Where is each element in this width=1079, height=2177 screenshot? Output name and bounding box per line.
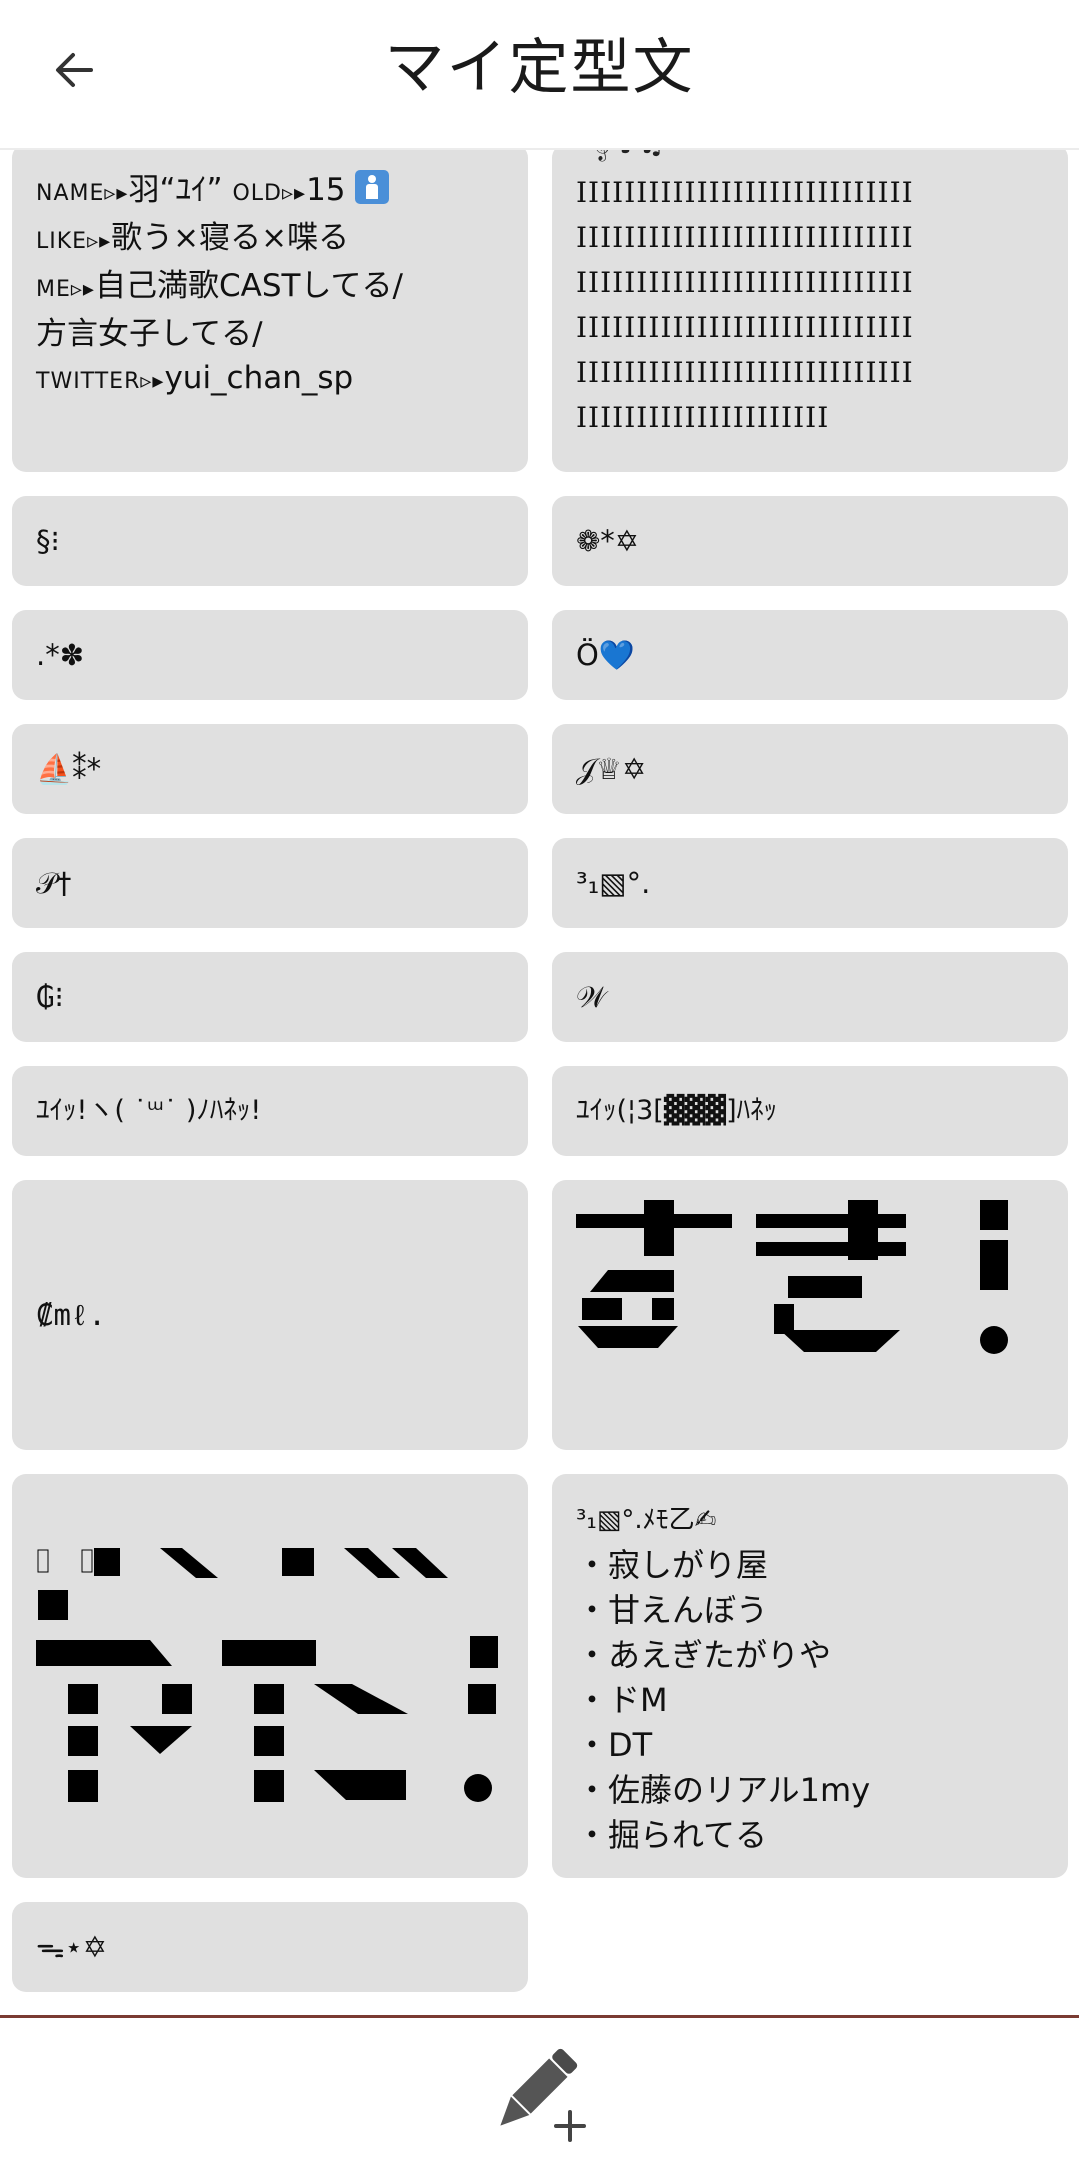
phrase-card-r3-right[interactable]: Ö💙 (552, 610, 1068, 700)
phrase-card-r7-right[interactable]: ﾕｲｯ(¦3[▓▓▓]ﾊﾈｯ (552, 1066, 1068, 1156)
page-title: マイ定型文 (384, 33, 695, 103)
phrase-text: §⁝ (36, 524, 60, 558)
phrase-card-pixel-art-suki[interactable] (552, 1180, 1068, 1450)
phrase-text: ³₁▧°. (576, 866, 651, 900)
memo-line: ・ドM (576, 1681, 668, 1719)
ibars-text: IIIIIIIIIIIIIIIIIIIIIIIIIIII IIIIIIIIIII… (576, 176, 914, 434)
pixel-art-exclaim-image (36, 1548, 498, 1802)
phrase-card-pixel-art-large[interactable] (12, 1474, 528, 1878)
pixel-art-suki-image (576, 1200, 1008, 1354)
phrase-card-r5-left[interactable]: 𝒫† (12, 838, 528, 928)
phrase-card-r10-left[interactable]: ᯓ⋆✡ (12, 1902, 528, 1992)
memo-line: ・あえぎたがりや (576, 1636, 832, 1674)
phrase-card-r3-left[interactable]: .*✽ (12, 610, 528, 700)
bottom-bar (0, 2015, 1079, 2177)
phrase-text: ﾕｲｯ!ヽ( ˙ᵚ˙ )ﾉﾊﾈｯ! (36, 1095, 262, 1126)
phrase-card-r7-left[interactable]: ﾕｲｯ!ヽ( ˙ᵚ˙ )ﾉﾊﾈｯ! (12, 1066, 528, 1156)
music-notes-icon: 𝄞 ♪♫ (592, 150, 665, 161)
memo-text: ³₁▧°.ﾒﾓ乙✍ ・寂しがり屋 ・甘えんぼう ・あえぎたがりや ・ドM ・DT… (576, 1498, 1050, 1858)
app-header: マイ定型文 (0, 0, 1079, 150)
memo-line: ・掘られてる (576, 1816, 768, 1854)
phrase-text: ❁*✡ (576, 524, 640, 558)
phrase-text: 𝒥♕✡ (576, 752, 647, 786)
memo-header: ³₁▧°.ﾒﾓ乙✍ (576, 1505, 717, 1535)
phrase-text: Ö💙 (576, 638, 635, 672)
person-icon (355, 170, 390, 204)
phrase-grid: NAME▹▸羽“ﾕｲ” OLD▹▸15 LIKE▹▸歌う×寝る×喋る ME▹▸自… (0, 150, 1079, 2015)
phrase-card-r6-left[interactable]: ₲⁝ (12, 952, 528, 1042)
phrase-card-r5-right[interactable]: ³₁▧°. (552, 838, 1068, 928)
phrase-text: ₲⁝ (36, 980, 64, 1014)
phrase-card-r2-left[interactable]: §⁝ (12, 496, 528, 586)
memo-line: ・寂しがり屋 (576, 1546, 769, 1584)
phrase-text: ﾕｲｯ(¦3[▓▓▓]ﾊﾈｯ (576, 1095, 778, 1126)
phrase-card-r4-right[interactable]: 𝒥♕✡ (552, 724, 1068, 814)
phrase-text: .*✽ (36, 638, 85, 672)
phrase-text: ⛵⁑* (36, 752, 102, 786)
phrase-text: ᯓ⋆✡ (36, 1930, 108, 1964)
phrase-card-r8-left[interactable]: ₡mℓ. (12, 1180, 528, 1450)
phrase-card-r4-left[interactable]: ⛵⁑* (12, 724, 528, 814)
phrase-card-r2-right[interactable]: ❁*✡ (552, 496, 1068, 586)
pencil-add-icon (500, 2048, 586, 2142)
phrase-text: 𝒫† (36, 866, 72, 900)
phrase-card-ibars[interactable]: 𝄞 ♪♫ IIIIIIIIIIIIIIIIIIIIIIIIIIII IIIIII… (552, 150, 1068, 472)
phrase-text: ₡mℓ. (36, 1298, 106, 1332)
memo-line: ・DT (576, 1726, 653, 1764)
profile-text: NAME▹▸羽“ﾕｲ” OLD▹▸15 LIKE▹▸歌う×寝る×喋る ME▹▸自… (36, 170, 403, 396)
memo-line: ・甘えんぼう (576, 1591, 769, 1629)
memo-line: ・佐藤のリアル1my (576, 1771, 871, 1809)
phrase-text: 𝒲 (576, 980, 607, 1014)
phrase-card-r6-right[interactable]: 𝒲 (552, 952, 1068, 1042)
add-phrase-button[interactable] (490, 2036, 600, 2146)
phrase-card-memo[interactable]: ³₁▧°.ﾒﾓ乙✍ ・寂しがり屋 ・甘えんぼう ・あえぎたがりや ・ドM ・DT… (552, 1474, 1068, 1878)
phrase-card-profile[interactable]: NAME▹▸羽“ﾕｲ” OLD▹▸15 LIKE▹▸歌う×寝る×喋る ME▹▸自… (12, 150, 528, 472)
